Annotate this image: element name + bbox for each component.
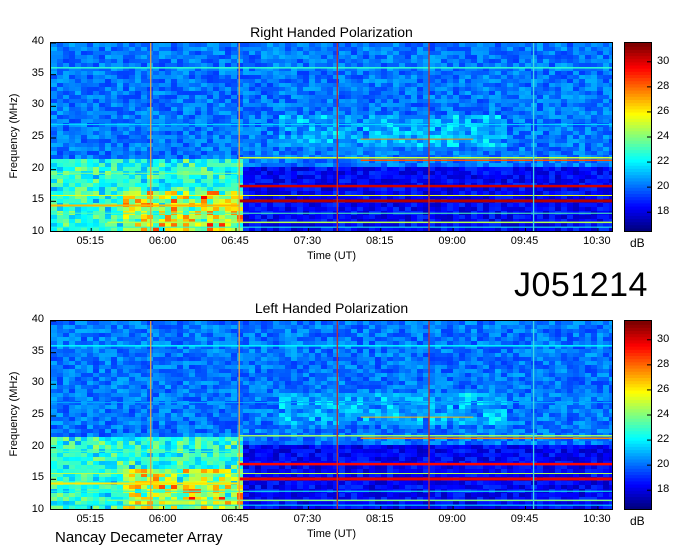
x-tick-label: 06:00 (148, 513, 177, 525)
x-tick-label: 10:30 (583, 235, 611, 247)
x-axis-label: Time (UT) (306, 528, 357, 540)
y-tick-label: 40 (31, 35, 44, 47)
colorbar-tick-label: 28 (657, 357, 670, 370)
y-tick-label: 15 (31, 193, 44, 206)
x-tick-label: 09:00 (438, 513, 466, 525)
colorbar-tick-label: 26 (657, 382, 670, 395)
x-tick-label: 07:30 (293, 235, 322, 247)
y-tick-label: 25 (31, 130, 44, 142)
colorbar-tick-label: 24 (657, 408, 670, 420)
colorbar-tick-label: 20 (657, 180, 670, 193)
spectrogram-plot (50, 42, 613, 232)
x-axis-label: Time (UT) (306, 250, 357, 262)
y-tick-label: 20 (31, 439, 44, 452)
colorbar-tick-label: 30 (657, 332, 670, 345)
y-tick-label: 35 (31, 344, 44, 357)
x-tick-label: 08:15 (365, 513, 394, 525)
x-tick-label: 06:45 (221, 235, 249, 247)
x-tick-label: 10:30 (583, 513, 611, 525)
colorbar-tick-label: 18 (657, 205, 670, 218)
colorbar-gradient (625, 321, 651, 509)
x-tick-label: 07:30 (293, 513, 322, 525)
chart-title: Right Handed Polarization (250, 24, 413, 40)
colorbar-unit-label: dB (630, 514, 645, 528)
y-axis-label: Frequency (MHz) (8, 93, 20, 179)
y-tick-label: 15 (31, 471, 44, 484)
colorbar-tick-label: 28 (657, 79, 670, 92)
y-tick-label: 35 (31, 66, 44, 79)
x-tick-label: 06:45 (221, 513, 249, 525)
y-tick-label: 10 (31, 225, 44, 237)
colorbar-unit-label: dB (630, 236, 645, 250)
y-tick-label: 10 (31, 503, 44, 515)
x-tick-label: 09:00 (438, 235, 466, 247)
colorbar-tick-label: 24 (657, 130, 670, 142)
colorbar (624, 42, 652, 232)
colorbar-tick-label: 20 (657, 458, 670, 471)
colorbar-tick-label: 30 (657, 54, 670, 67)
y-axis-label: Frequency (MHz) (8, 371, 20, 457)
x-tick-label: 05:15 (76, 235, 104, 247)
spectrogram-image (51, 43, 612, 231)
x-tick-label: 09:45 (510, 235, 539, 247)
y-tick-label: 30 (31, 98, 44, 111)
chart-title: Left Handed Polarization (254, 300, 409, 316)
colorbar-tick-label: 18 (657, 483, 670, 496)
colorbar (624, 320, 652, 510)
spectrogram-image (51, 321, 612, 509)
spectrogram-plot (50, 320, 613, 510)
x-tick-label: 08:15 (365, 235, 394, 247)
colorbar-tick-label: 22 (657, 155, 670, 168)
colorbar-tick-label: 22 (657, 433, 670, 446)
y-tick-label: 20 (31, 161, 44, 174)
colorbar-tick-label: 26 (657, 104, 670, 117)
y-tick-label: 40 (31, 313, 44, 325)
x-tick-label: 09:45 (510, 513, 539, 525)
y-tick-label: 25 (31, 408, 44, 420)
spectrogram-figure: J051214 Nancay Decameter Array Right Han… (0, 0, 680, 552)
x-tick-label: 05:15 (76, 513, 104, 525)
x-tick-label: 06:00 (148, 235, 177, 247)
colorbar-gradient (625, 43, 651, 231)
y-tick-label: 30 (31, 376, 44, 389)
